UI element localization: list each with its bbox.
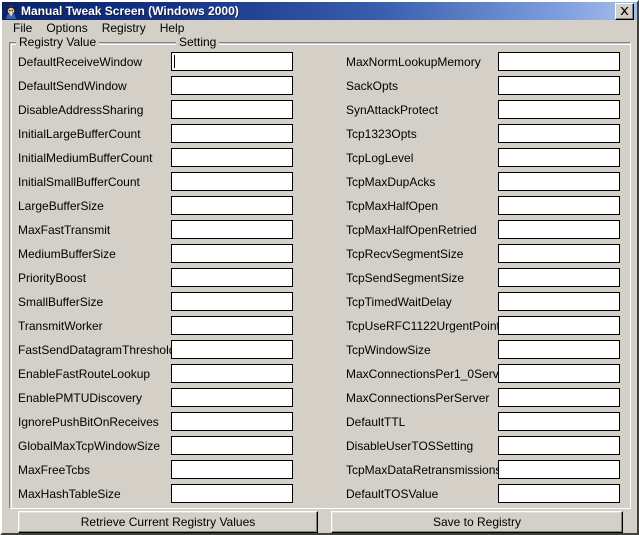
field-label: MediumBufferSize	[18, 247, 116, 261]
setting-input[interactable]	[171, 460, 293, 479]
setting-input[interactable]	[498, 316, 620, 335]
setting-input[interactable]	[498, 172, 620, 191]
setting-input[interactable]	[498, 412, 620, 431]
field-label: TcpMaxHalfOpen	[346, 199, 439, 213]
field-label: DisableUserTOSSetting	[346, 439, 474, 453]
groupbox-legend-registry-value: Registry Value	[16, 35, 100, 49]
field-label: SynAttackProtect	[346, 103, 439, 117]
setting-input[interactable]	[171, 52, 293, 71]
field-label: FastSendDatagramThreshold	[18, 343, 176, 357]
field-label: TcpUseRFC1122UrgentPointer	[346, 319, 511, 333]
setting-input[interactable]	[171, 340, 293, 359]
setting-input[interactable]	[498, 100, 620, 119]
setting-input[interactable]	[498, 340, 620, 359]
field-label: GlobalMaxTcpWindowSize	[18, 439, 161, 453]
field-label: TcpSendSegmentSize	[346, 271, 465, 285]
setting-input[interactable]	[171, 412, 293, 431]
setting-input[interactable]	[171, 316, 293, 335]
groupbox-legend-setting: Setting	[176, 35, 220, 49]
setting-input[interactable]	[171, 484, 293, 503]
setting-input[interactable]	[171, 292, 293, 311]
close-button[interactable]	[615, 2, 634, 20]
save-to-registry-button[interactable]: Save to Registry	[331, 511, 623, 533]
setting-input[interactable]	[498, 364, 620, 383]
field-label: TcpMaxDataRetransmissions	[346, 463, 502, 477]
setting-input[interactable]	[171, 388, 293, 407]
setting-input[interactable]	[498, 220, 620, 239]
setting-input[interactable]	[171, 220, 293, 239]
application-icon	[3, 3, 19, 19]
setting-input[interactable]	[498, 52, 620, 71]
setting-input[interactable]	[171, 268, 293, 287]
setting-input[interactable]	[171, 148, 293, 167]
field-label: DefaultTOSValue	[346, 487, 439, 501]
title-bar: Manual Tweak Screen (Windows 2000)	[2, 2, 637, 20]
field-label: LargeBufferSize	[18, 199, 104, 213]
field-label: TransmitWorker	[18, 319, 103, 333]
setting-input[interactable]	[498, 124, 620, 143]
field-label: MaxFastTransmit	[18, 223, 111, 237]
field-label: DefaultSendWindow	[18, 79, 127, 93]
setting-input[interactable]	[171, 76, 293, 95]
retrieve-current-registry-values-button[interactable]: Retrieve Current Registry Values	[18, 511, 318, 533]
setting-input[interactable]	[498, 76, 620, 95]
field-label: MaxConnectionsPer1_0Server	[346, 367, 510, 381]
menu-item-options[interactable]: Options	[40, 20, 94, 36]
field-label: MaxHashTableSize	[18, 487, 121, 501]
field-label: Tcp1323Opts	[346, 127, 417, 141]
field-label: TcpLogLevel	[346, 151, 414, 165]
field-label: DisableAddressSharing	[18, 103, 144, 117]
field-label: SmallBufferSize	[18, 295, 104, 309]
setting-input[interactable]	[498, 244, 620, 263]
setting-input[interactable]	[171, 364, 293, 383]
field-label: PriorityBoost	[18, 271, 87, 285]
setting-input[interactable]	[171, 244, 293, 263]
field-label: TcpMaxDupAcks	[346, 175, 436, 189]
field-label: InitialMediumBufferCount	[18, 151, 153, 165]
setting-input[interactable]	[171, 196, 293, 215]
field-label: MaxConnectionsPerServer	[346, 391, 490, 405]
text-caret	[174, 55, 175, 68]
setting-input[interactable]	[171, 100, 293, 119]
field-label: InitialLargeBufferCount	[18, 127, 141, 141]
setting-input[interactable]	[498, 148, 620, 167]
field-label: TcpTimedWaitDelay	[346, 295, 452, 309]
field-label: TcpWindowSize	[346, 343, 431, 357]
window-title: Manual Tweak Screen (Windows 2000)	[21, 4, 239, 18]
setting-input[interactable]	[498, 484, 620, 503]
setting-input[interactable]	[498, 196, 620, 215]
setting-input[interactable]	[171, 124, 293, 143]
field-label: MaxNormLookupMemory	[346, 55, 481, 69]
field-label: SackOpts	[346, 79, 399, 93]
setting-input[interactable]	[498, 388, 620, 407]
setting-input[interactable]	[498, 436, 620, 455]
close-icon	[620, 7, 629, 15]
setting-input[interactable]	[498, 460, 620, 479]
field-label: DefaultReceiveWindow	[18, 55, 143, 69]
setting-input[interactable]	[498, 268, 620, 287]
setting-input[interactable]	[498, 292, 620, 311]
field-label: InitialSmallBufferCount	[18, 175, 140, 189]
field-label: IgnorePushBitOnReceives	[18, 415, 159, 429]
field-label: TcpMaxHalfOpenRetried	[346, 223, 477, 237]
menu-item-file[interactable]: File	[7, 20, 39, 36]
setting-input[interactable]	[171, 436, 293, 455]
field-label: EnablePMTUDiscovery	[18, 391, 143, 405]
menu-item-help[interactable]: Help	[154, 20, 192, 36]
field-label: TcpRecvSegmentSize	[346, 247, 464, 261]
manual-tweak-screen-window: Manual Tweak Screen (Windows 2000) File …	[0, 0, 639, 535]
menu-item-registry[interactable]: Registry	[96, 20, 153, 36]
setting-input[interactable]	[171, 172, 293, 191]
field-label: DefaultTTL	[346, 415, 406, 429]
field-label: EnableFastRouteLookup	[18, 367, 151, 381]
field-label: MaxFreeTcbs	[18, 463, 91, 477]
menu-bar: File Options Registry Help	[2, 20, 637, 36]
